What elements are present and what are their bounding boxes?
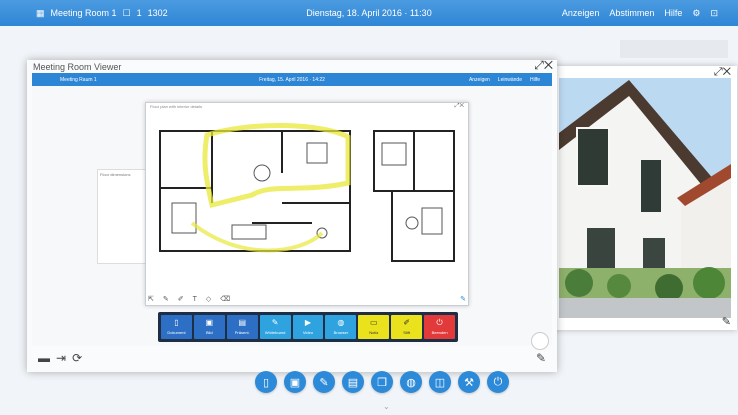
toolbar-presentation-button[interactable]: ▤ Präsent. — [226, 315, 258, 339]
top-bar: ▦ Meeting Room 1 ☐ 1 1302 Dienstag, 18. … — [0, 0, 738, 26]
inner-actions: Anzeigen Leinwände Hilfe — [469, 77, 540, 83]
top-bar-actions: Anzeigen Abstimmen Hilfe ⚙ ⊡ — [562, 8, 718, 19]
viewer-bottom-bar: ▬ ⇥ ⟳ ✎ — [32, 348, 552, 368]
whiteboard-icon: ✎ — [271, 318, 279, 327]
pen-icon: ✐ — [403, 318, 411, 327]
floorplan-toolbar: ⇱ ✎ ✐ T ◇ ⌫ ✎ — [148, 294, 466, 304]
toolbar-video-button[interactable]: ▶ Video — [292, 315, 324, 339]
users-icon: ☐ — [122, 7, 131, 18]
side-panel-title: Floor dimensions — [100, 172, 131, 177]
house-photo — [559, 78, 731, 318]
toolbar-end-button[interactable]: ⏻ Beenden — [424, 315, 456, 339]
dock-power-icon[interactable]: ⏻ — [487, 371, 509, 393]
window-title: Meeting Room Viewer — [33, 62, 122, 72]
dock-globe-icon[interactable]: ◍ — [400, 371, 422, 393]
toolbar-browser-button[interactable]: ◍ Browser — [325, 315, 357, 339]
toolbar-image-button[interactable]: ▣ Bild — [193, 315, 225, 339]
dock-wrench-icon[interactable]: ⚒ — [458, 371, 480, 393]
floorplan-controls[interactable]: ⤢✕ — [455, 103, 464, 110]
image-viewer-window: ⤢✕ ✎ — [553, 66, 737, 330]
extra-label: 1302 — [147, 8, 168, 18]
toolbar-note-button[interactable]: ▭ Notiz — [358, 315, 390, 339]
action-hilfe[interactable]: Hilfe — [664, 8, 682, 18]
keyboard-icon[interactable]: ▬ — [38, 351, 50, 365]
dock-document-icon[interactable]: ▯ — [255, 371, 277, 393]
house-image — [559, 78, 731, 318]
dock-presentation-icon[interactable]: ▤ — [342, 371, 364, 393]
dock-image-icon[interactable]: ▣ — [284, 371, 306, 393]
inner-action-anzeigen[interactable]: Anzeigen — [469, 77, 490, 83]
chevron-down-icon[interactable]: ⌄ — [383, 402, 390, 411]
note-icon: ▭ — [370, 318, 378, 327]
background-panel — [620, 40, 728, 58]
text-icon[interactable]: T — [193, 296, 197, 303]
window-controls[interactable]: ⤢✕ — [534, 58, 553, 73]
bottom-dock: ▯ ▣ ✎ ▤ ❐ ◍ ◫ ⚒ ⏻ — [255, 371, 509, 393]
floorplan-drawing — [159, 122, 455, 262]
annotate-pen-icon[interactable]: ✎ — [536, 351, 546, 365]
action-anzeigen[interactable]: Anzeigen — [562, 8, 600, 18]
document-icon: ▯ — [174, 318, 179, 327]
floorplan-title: Floor plan with interior details — [150, 104, 203, 109]
inner-action-leinwaende[interactable]: Leinwände — [498, 77, 522, 83]
annotate-pen-icon[interactable]: ✎ — [722, 315, 731, 328]
image-icon: ▣ — [205, 318, 214, 327]
edit-icon[interactable]: ✎ — [460, 295, 466, 303]
cursor-icon[interactable]: ⇱ — [148, 295, 154, 303]
marker-icon[interactable]: ✐ — [178, 295, 184, 303]
shape-icon[interactable]: ◇ — [206, 295, 211, 303]
presentation-icon: ▤ — [238, 318, 246, 327]
pen-icon[interactable]: ✎ — [163, 295, 169, 303]
gear-icon[interactable]: ⚙ — [692, 8, 700, 19]
toolbar-pen-button[interactable]: ✐ Stift — [391, 315, 423, 339]
dock-pen-icon[interactable]: ✎ — [313, 371, 335, 393]
refresh-icon[interactable]: ⟳ — [72, 351, 82, 365]
room-label[interactable]: Meeting Room 1 — [51, 8, 117, 18]
close-icon[interactable]: ⊡ — [710, 8, 718, 19]
viewer-stage: Floor dimensions Floor plan with interio… — [32, 86, 552, 350]
top-bar-left: ▦ Meeting Room 1 ☐ 1 1302 — [36, 8, 168, 19]
power-icon: ⏻ — [436, 318, 443, 327]
floorplan-window: Floor plan with interior details ⤢✕ ⇱ ✎ … — [145, 102, 469, 306]
room-icon: ▦ — [36, 7, 45, 18]
side-panel: Floor dimensions — [97, 169, 147, 264]
dock-copy-icon[interactable]: ❐ — [371, 371, 393, 393]
meeting-room-viewer-window: Meeting Room Viewer ⤢✕ Meeting Raum 1 Fr… — [27, 58, 557, 372]
toolbar-document-button[interactable]: ▯ Dokument — [161, 315, 192, 339]
video-icon: ▶ — [304, 318, 312, 327]
inner-action-hilfe[interactable]: Hilfe — [530, 77, 540, 83]
content-toolbar: ▯ Dokument ▣ Bild ▤ Präsent. ✎ Whiteboard ▶ V… — [158, 312, 458, 342]
globe-icon: ◍ — [337, 318, 345, 327]
share-icon[interactable]: ⇥ — [56, 351, 66, 365]
users-count: 1 — [136, 8, 142, 18]
dock-camera-icon[interactable]: ◫ — [429, 371, 451, 393]
action-abstimmen[interactable]: Abstimmen — [609, 8, 654, 18]
toolbar-whiteboard-button[interactable]: ✎ Whiteboard — [259, 315, 291, 339]
inner-top-bar: Meeting Raum 1 Freitag, 15. April 2016 ·… — [32, 73, 552, 86]
eraser-icon[interactable]: ⌫ — [220, 295, 230, 303]
